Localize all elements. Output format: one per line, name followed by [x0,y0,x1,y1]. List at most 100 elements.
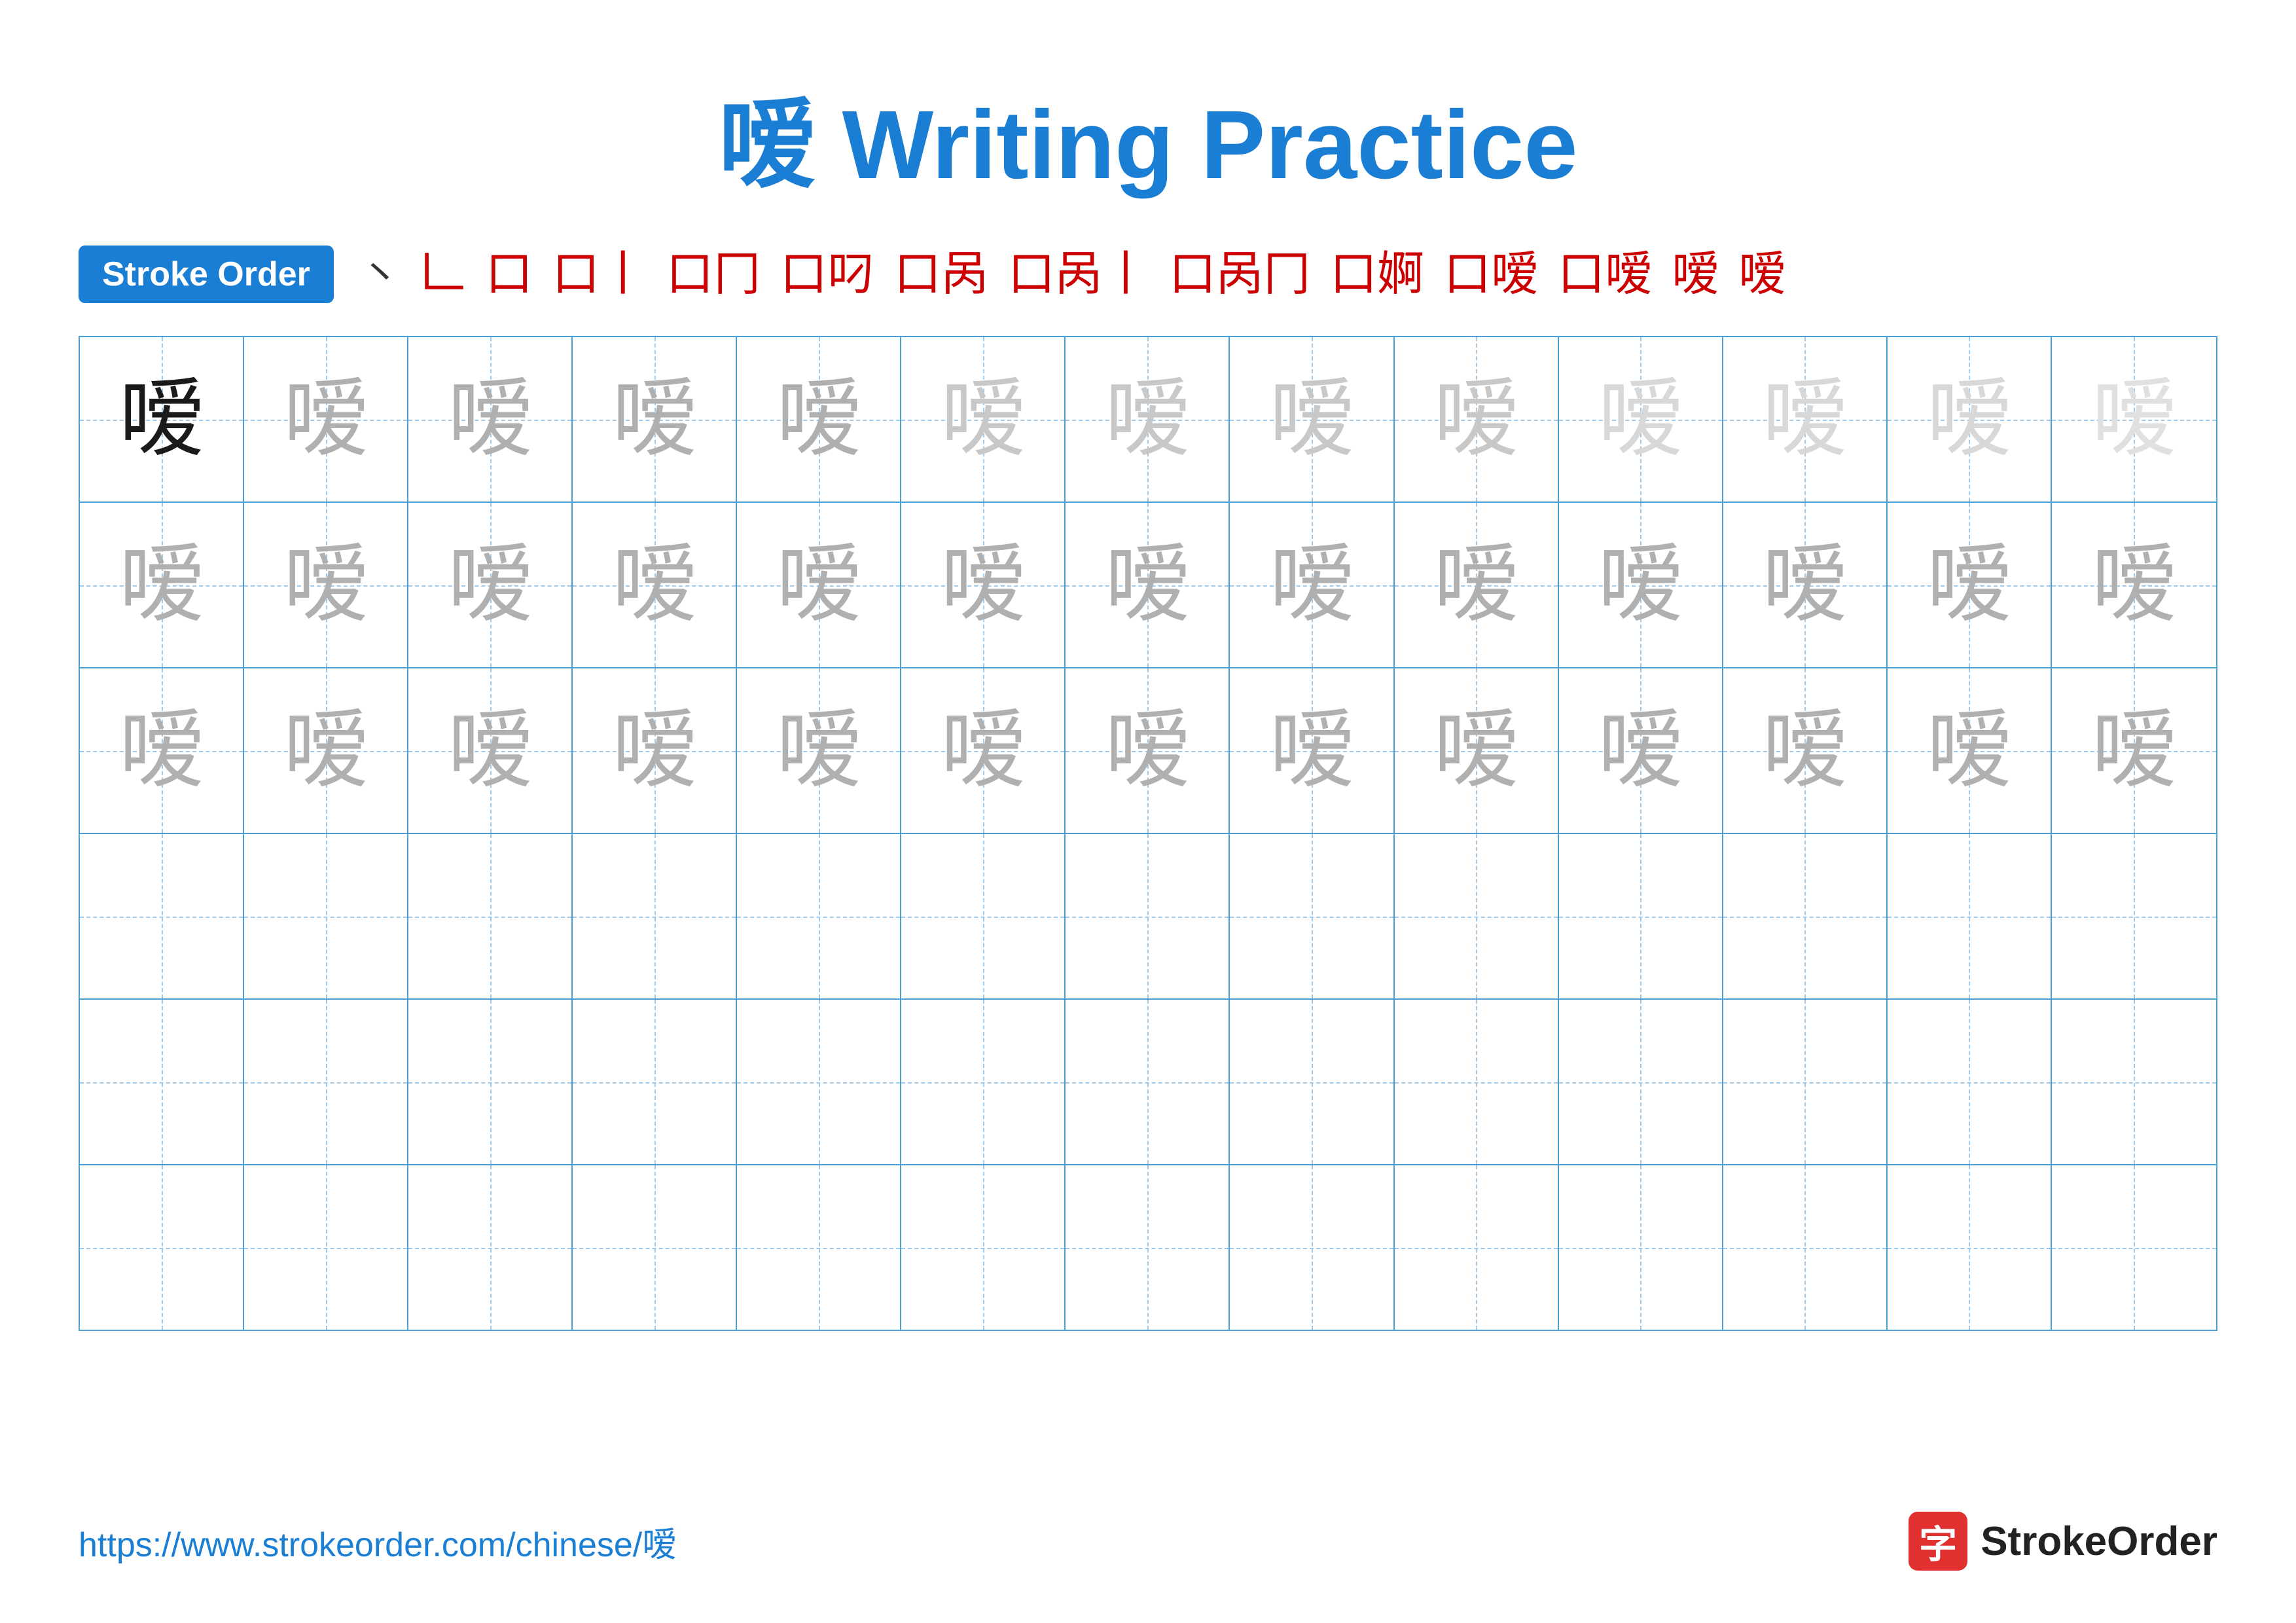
grid-cell-1-6[interactable]: 嗳 [1066,503,1230,667]
grid-cell-1-10[interactable]: 嗳 [1723,503,1888,667]
grid-cell-1-2[interactable]: 嗳 [408,503,573,667]
grid-cell-2-1[interactable]: 嗳 [244,668,408,833]
grid-cell-5-6[interactable] [1066,1165,1230,1330]
grid-cell-2-8[interactable]: 嗳 [1395,668,1559,833]
grid-cell-2-4[interactable]: 嗳 [737,668,901,833]
grid-cell-0-6[interactable]: 嗳 [1066,337,1230,501]
grid-cell-3-2[interactable] [408,834,573,998]
cell-char-2-9: 嗳 [1598,708,1683,793]
stroke-step-10: 口嗳 [1444,251,1538,298]
grid-cell-3-3[interactable] [573,834,737,998]
grid-cell-2-7[interactable]: 嗳 [1230,668,1394,833]
grid-cell-1-7[interactable]: 嗳 [1230,503,1394,667]
grid-cell-1-4[interactable]: 嗳 [737,503,901,667]
footer: https://www.strokeorder.com/chinese/嗳 字 … [79,1512,2217,1571]
grid-cell-0-2[interactable]: 嗳 [408,337,573,501]
grid-cell-5-3[interactable] [573,1165,737,1330]
grid-cell-1-0[interactable]: 嗳 [80,503,244,667]
grid-cell-4-2[interactable] [408,1000,573,1164]
grid-cell-0-7[interactable]: 嗳 [1230,337,1394,501]
grid-cell-3-9[interactable] [1559,834,1723,998]
grid-cell-3-10[interactable] [1723,834,1888,998]
grid-cell-4-6[interactable] [1066,1000,1230,1164]
grid-cell-3-8[interactable] [1395,834,1559,998]
grid-row-4[interactable] [80,1000,2216,1165]
grid-cell-0-8[interactable]: 嗳 [1395,337,1559,501]
grid-cell-5-7[interactable] [1230,1165,1394,1330]
grid-cell-5-4[interactable] [737,1165,901,1330]
grid-cell-2-5[interactable]: 嗳 [901,668,1066,833]
grid-cell-0-0[interactable]: 嗳 [80,337,244,501]
grid-cell-5-5[interactable] [901,1165,1066,1330]
grid-row-1[interactable]: 嗳嗳嗳嗳嗳嗳嗳嗳嗳嗳嗳嗳嗳 [80,503,2216,668]
grid-cell-2-2[interactable]: 嗳 [408,668,573,833]
grid-cell-3-6[interactable] [1066,834,1230,998]
grid-cell-1-12[interactable]: 嗳 [2052,503,2216,667]
grid-cell-0-3[interactable]: 嗳 [573,337,737,501]
grid-cell-4-0[interactable] [80,1000,244,1164]
grid-cell-4-5[interactable] [901,1000,1066,1164]
grid-cell-4-7[interactable] [1230,1000,1394,1164]
grid-cell-2-10[interactable]: 嗳 [1723,668,1888,833]
grid-row-3[interactable] [80,834,2216,1000]
grid-cell-1-5[interactable]: 嗳 [901,503,1066,667]
grid-cell-5-2[interactable] [408,1165,573,1330]
grid-cell-0-4[interactable]: 嗳 [737,337,901,501]
grid-cell-2-0[interactable]: 嗳 [80,668,244,833]
grid-cell-0-9[interactable]: 嗳 [1559,337,1723,501]
grid-cell-2-11[interactable]: 嗳 [1888,668,2052,833]
grid-cell-4-4[interactable] [737,1000,901,1164]
grid-cell-2-6[interactable]: 嗳 [1066,668,1230,833]
grid-cell-1-1[interactable]: 嗳 [244,503,408,667]
grid-cell-2-9[interactable]: 嗳 [1559,668,1723,833]
grid-cell-4-10[interactable] [1723,1000,1888,1164]
stroke-order-badge: Stroke Order [79,246,334,303]
grid-cell-5-12[interactable] [2052,1165,2216,1330]
footer-logo: 字 StrokeOrder [1909,1512,2217,1571]
grid-cell-3-7[interactable] [1230,834,1394,998]
grid-cell-4-1[interactable] [244,1000,408,1164]
practice-grid[interactable]: 嗳嗳嗳嗳嗳嗳嗳嗳嗳嗳嗳嗳嗳嗳嗳嗳嗳嗳嗳嗳嗳嗳嗳嗳嗳嗳嗳嗳嗳嗳嗳嗳嗳嗳嗳嗳嗳嗳嗳 [79,336,2217,1331]
grid-row-2[interactable]: 嗳嗳嗳嗳嗳嗳嗳嗳嗳嗳嗳嗳嗳 [80,668,2216,834]
grid-cell-5-1[interactable] [244,1165,408,1330]
grid-cell-3-12[interactable] [2052,834,2216,998]
grid-cell-3-5[interactable] [901,834,1066,998]
cell-char-0-8: 嗳 [1433,377,1518,462]
grid-cell-2-3[interactable]: 嗳 [573,668,737,833]
grid-cell-5-10[interactable] [1723,1165,1888,1330]
grid-cell-4-3[interactable] [573,1000,737,1164]
grid-cell-3-4[interactable] [737,834,901,998]
grid-cell-1-3[interactable]: 嗳 [573,503,737,667]
grid-cell-1-8[interactable]: 嗳 [1395,503,1559,667]
grid-cell-3-0[interactable] [80,834,244,998]
footer-url[interactable]: https://www.strokeorder.com/chinese/嗳 [79,1517,676,1566]
grid-cell-2-12[interactable]: 嗳 [2052,668,2216,833]
grid-cell-4-11[interactable] [1888,1000,2052,1164]
grid-cell-5-11[interactable] [1888,1165,2052,1330]
grid-cell-1-9[interactable]: 嗳 [1559,503,1723,667]
grid-cell-5-0[interactable] [80,1165,244,1330]
grid-row-5[interactable] [80,1165,2216,1330]
grid-cell-4-9[interactable] [1559,1000,1723,1164]
cell-char-0-9: 嗳 [1598,377,1683,462]
cell-char-0-10: 嗳 [1762,377,1847,462]
cell-char-1-2: 嗳 [448,543,533,628]
grid-cell-0-5[interactable]: 嗳 [901,337,1066,501]
grid-row-0[interactable]: 嗳嗳嗳嗳嗳嗳嗳嗳嗳嗳嗳嗳嗳 [80,337,2216,503]
grid-cell-4-8[interactable] [1395,1000,1559,1164]
cell-char-1-11: 嗳 [1926,543,2011,628]
grid-cell-0-10[interactable]: 嗳 [1723,337,1888,501]
grid-cell-5-9[interactable] [1559,1165,1723,1330]
grid-cell-0-11[interactable]: 嗳 [1888,337,2052,501]
grid-cell-5-8[interactable] [1395,1165,1559,1330]
grid-cell-1-11[interactable]: 嗳 [1888,503,2052,667]
cell-char-2-3: 嗳 [612,708,697,793]
stroke-step-1: 𠃊 [419,251,466,298]
stroke-step-0: ㇔ [360,255,399,294]
cell-char-2-10: 嗳 [1762,708,1847,793]
grid-cell-4-12[interactable] [2052,1000,2216,1164]
grid-cell-0-1[interactable]: 嗳 [244,337,408,501]
grid-cell-3-11[interactable] [1888,834,2052,998]
grid-cell-0-12[interactable]: 嗳 [2052,337,2216,501]
grid-cell-3-1[interactable] [244,834,408,998]
